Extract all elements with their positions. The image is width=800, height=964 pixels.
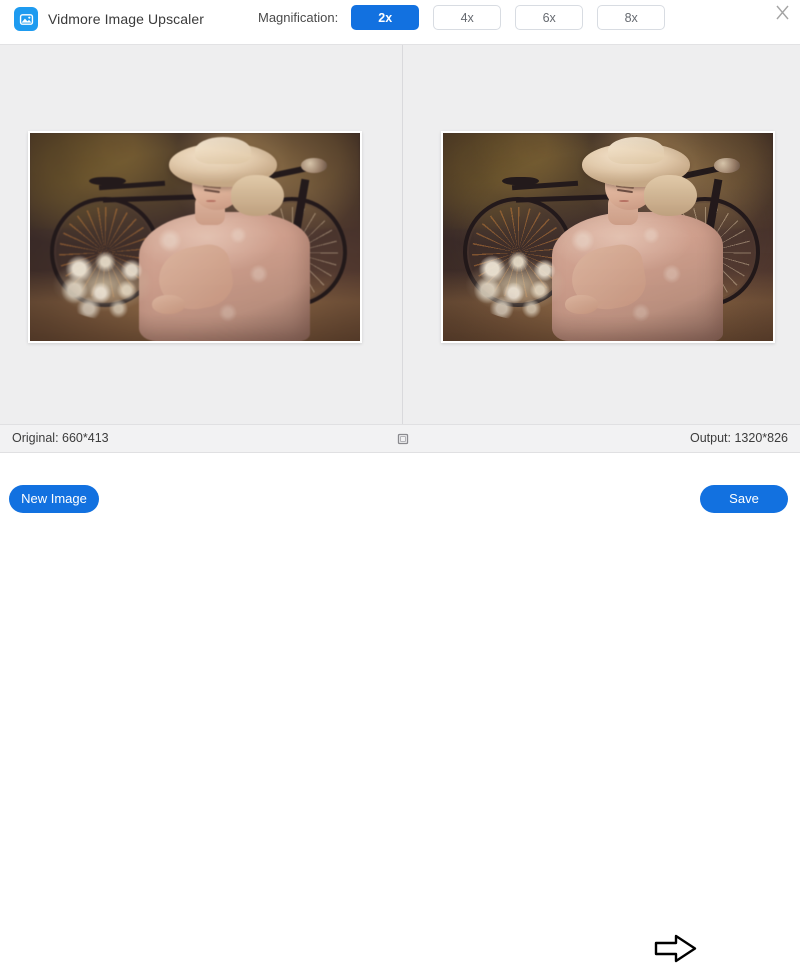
original-image-frame[interactable] xyxy=(28,131,362,343)
magnification-option-8x[interactable]: 8x xyxy=(597,5,665,30)
photo-vignette xyxy=(443,133,773,341)
save-button[interactable]: Save xyxy=(700,485,788,513)
upscaled-image[interactable] xyxy=(443,133,773,341)
output-size-label: Output: 1320*826 xyxy=(690,431,788,445)
original-size-label: Original: 660*413 xyxy=(12,431,109,445)
close-icon[interactable] xyxy=(769,2,795,24)
compare-square-icon[interactable] xyxy=(396,432,410,446)
magnification-option-2x[interactable]: 2x xyxy=(351,5,419,30)
arrow-right-pointer-icon xyxy=(654,934,698,964)
footer-bar: New Image Save xyxy=(0,453,800,518)
app-title: Vidmore Image Upscaler xyxy=(48,11,204,27)
magnification-label: Magnification: xyxy=(258,10,338,25)
original-preview-pane xyxy=(0,45,402,425)
original-image[interactable] xyxy=(30,133,360,341)
image-upscaler-window: Vidmore Image Upscaler Magnification: 2x… xyxy=(0,0,800,518)
magnification-group: Magnification: 2x 4x 6x 8x xyxy=(258,5,665,30)
compare-area xyxy=(0,44,800,424)
magnification-option-4x[interactable]: 4x xyxy=(433,5,501,30)
photo-image-icon xyxy=(14,7,38,31)
upscaled-preview-pane xyxy=(403,45,800,425)
photo-softness xyxy=(30,133,360,341)
upscaled-image-frame[interactable] xyxy=(441,131,775,343)
new-image-button[interactable]: New Image xyxy=(9,485,99,513)
app-header: Vidmore Image Upscaler Magnification: 2x… xyxy=(0,0,800,44)
status-bar: Original: 660*413 Output: 1320*826 xyxy=(0,424,800,453)
magnification-option-6x[interactable]: 6x xyxy=(515,5,583,30)
brand: Vidmore Image Upscaler xyxy=(14,7,204,31)
